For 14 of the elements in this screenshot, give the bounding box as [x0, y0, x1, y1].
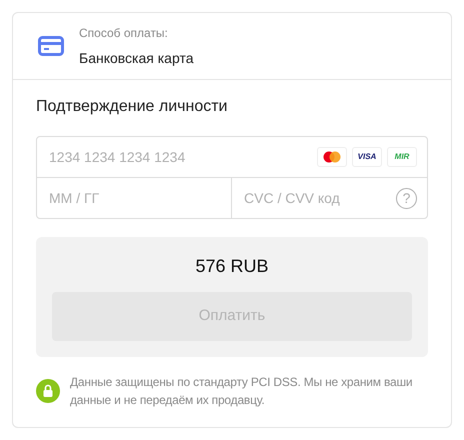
section-title: Подтверждение личности — [36, 97, 228, 117]
amount-text: 576 RUB — [195, 255, 269, 278]
payment-method-label: Способ оплаты: — [79, 24, 169, 42]
payment-method-value: Банковская карта — [79, 48, 194, 68]
help-button[interactable]: ? — [396, 188, 417, 208]
lock-icon — [36, 379, 60, 403]
expiry-field[interactable]: ММ / ГГ — [37, 178, 232, 218]
mastercard-logo — [317, 147, 347, 167]
card-number-field[interactable]: 1234 1234 1234 1234 — [49, 146, 317, 168]
cvc-field[interactable]: CVC / CVV код — [244, 188, 396, 208]
mir-logo: MIR — [387, 147, 417, 167]
visa-logo: VISA — [352, 147, 382, 167]
credit-card-icon — [38, 36, 64, 56]
security-note: Данные защищены по стандарту PCI DSS. Мы не храним ваши данные и не передаём их продавцу. — [70, 374, 414, 409]
